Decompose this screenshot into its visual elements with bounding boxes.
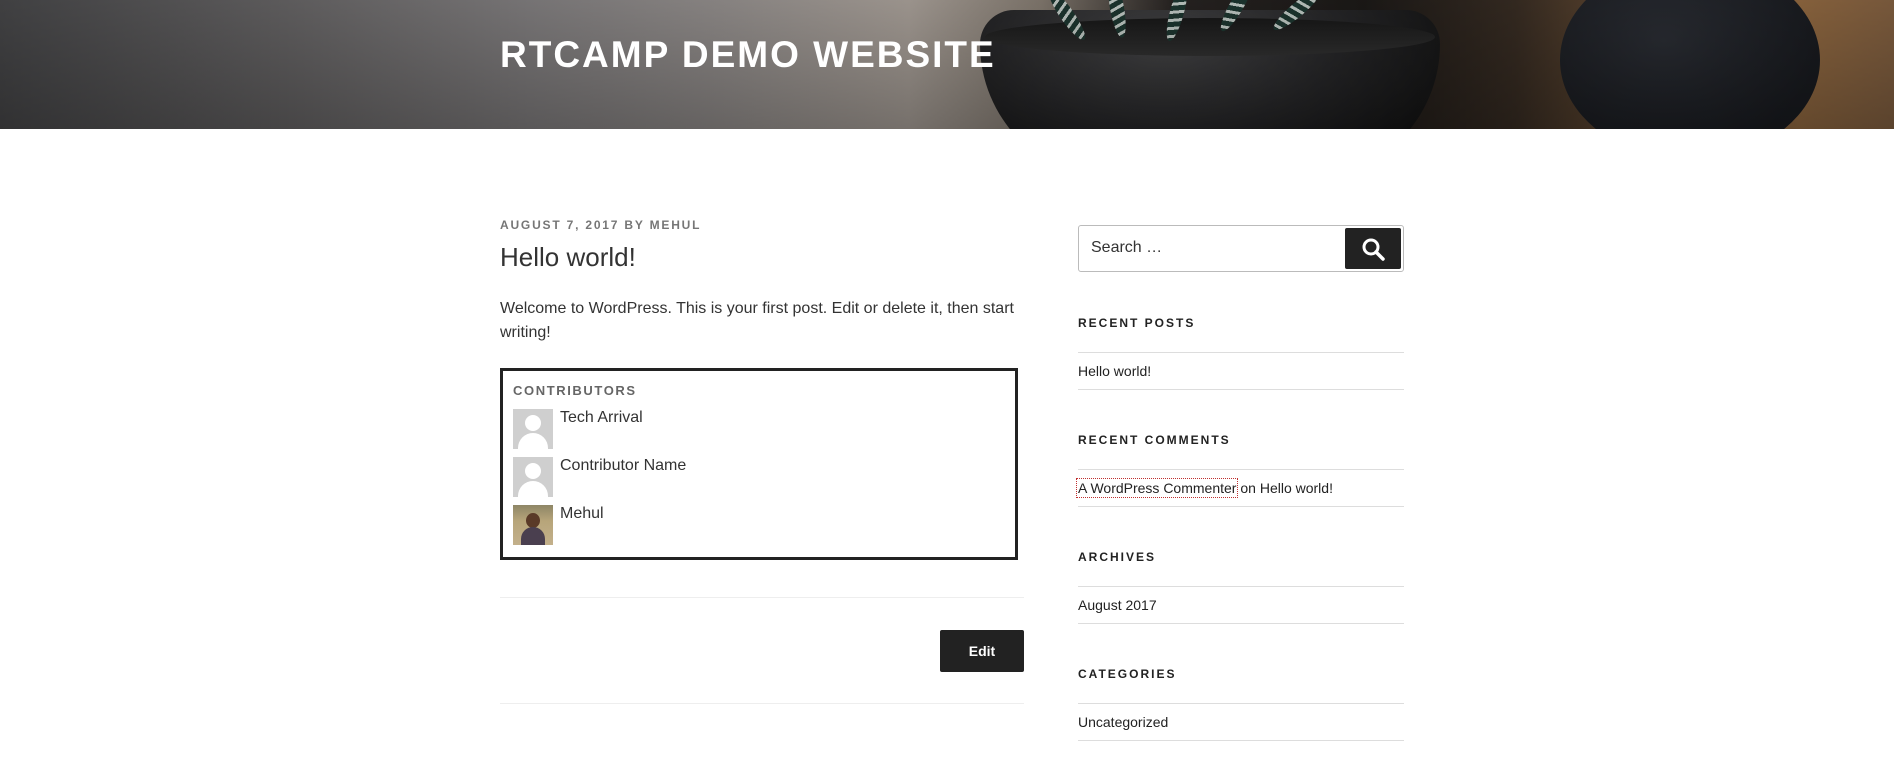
entry-meta: AUGUST 7, 2017 BY MEHUL [500,218,1024,232]
post-article: AUGUST 7, 2017 BY MEHUL Hello world! Wel… [500,218,1024,704]
divider [500,703,1024,704]
post-content: Welcome to WordPress. This is your first… [500,300,1014,342]
default-avatar-icon [513,409,553,449]
recent-post-item[interactable]: Hello world! [1078,363,1151,379]
comment-post-link[interactable]: Hello world! [1260,480,1333,496]
post-date-link[interactable]: AUGUST 7, 2017 [500,218,619,232]
archive-link[interactable]: August 2017 [1078,597,1157,613]
divider [500,597,1024,598]
post-title: Hello world! [500,242,636,272]
post-author-link[interactable]: MEHUL [650,218,702,232]
comment-on-label: on [1240,480,1256,496]
comment-author-link[interactable]: A WordPress Commenter [1075,478,1239,498]
category-link[interactable]: Uncategorized [1078,714,1168,730]
contributor-name: Mehul [560,505,604,522]
recent-posts-title: RECENT POSTS [1078,316,1196,330]
divider [1078,740,1404,741]
divider [1078,586,1404,587]
search-icon [1362,238,1385,261]
divider [1078,506,1404,507]
recent-comment-item: A WordPress Commenter on Hello world! [1075,478,1333,498]
divider [1078,703,1404,704]
categories-title: CATEGORIES [1078,667,1177,681]
site-title-link[interactable]: RTCAMP DEMO WEBSITE [500,34,996,76]
archive-item[interactable]: August 2017 [1078,597,1157,613]
contributor-item: Contributor Name [513,457,993,497]
contributor-item: Mehul [513,505,993,545]
contributors-box: CONTRIBUTORS Tech Arrival Contributor Na… [500,368,1018,560]
site-header: RTCAMP DEMO WEBSITE [0,0,1894,129]
recent-post-link[interactable]: Hello world! [1078,363,1151,379]
divider [1078,389,1404,390]
photo-avatar [513,505,553,545]
archives-title: ARCHIVES [1078,550,1157,564]
contributors-title: CONTRIBUTORS [513,383,637,398]
contributor-name: Tech Arrival [560,409,643,426]
default-avatar-icon [513,457,553,497]
category-item[interactable]: Uncategorized [1078,714,1168,730]
divider [1078,352,1404,353]
contributor-name: Contributor Name [560,457,687,474]
edit-button[interactable]: Edit [940,630,1024,672]
search-form [1078,225,1404,272]
contributor-item: Tech Arrival [513,409,993,449]
recent-comments-title: RECENT COMMENTS [1078,433,1231,447]
search-button[interactable] [1345,228,1401,269]
divider [1078,469,1404,470]
search-input[interactable] [1091,239,1311,257]
by-label: BY [624,218,645,232]
divider [1078,623,1404,624]
